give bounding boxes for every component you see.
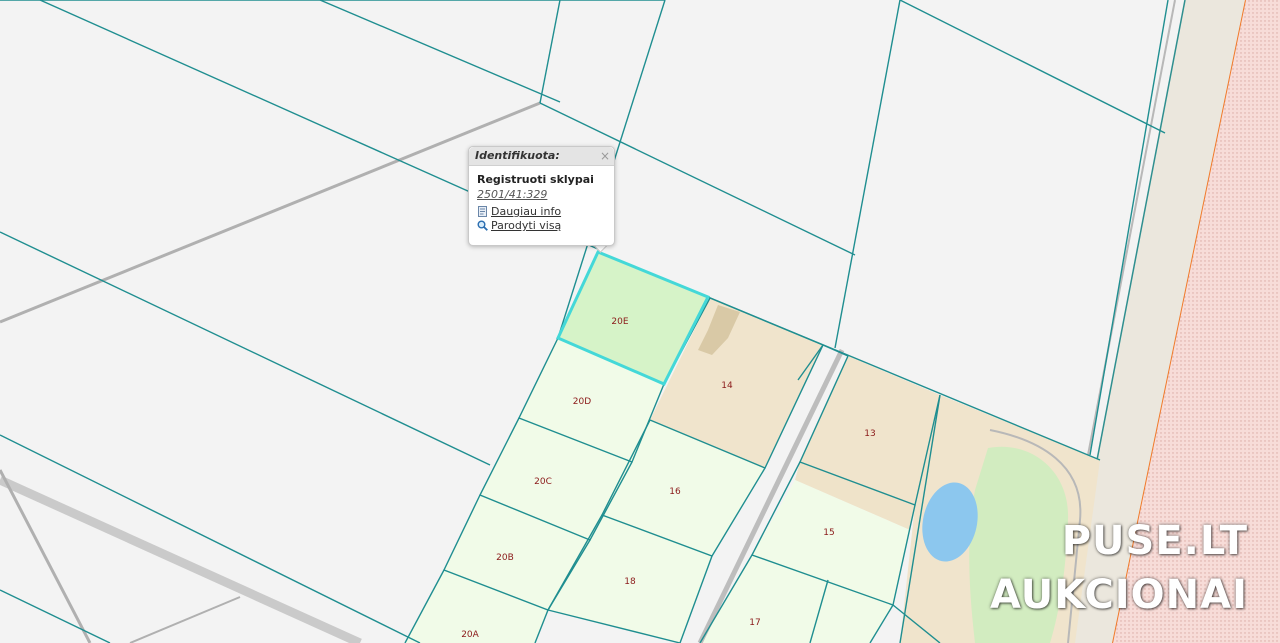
layer-name: Registruoti sklypai	[477, 173, 594, 186]
parcel-label: 20B	[496, 553, 514, 563]
parcel-label: 15	[823, 528, 834, 538]
parcel-label: 17	[749, 618, 760, 628]
watermark-line1: PUSE.LT	[1061, 518, 1248, 564]
popup-header: Identifikuota: ×	[469, 147, 614, 166]
parcel-label: 20A	[461, 630, 479, 640]
more-info-link[interactable]: Daugiau info	[477, 205, 606, 218]
parcel-label: 20E	[611, 317, 628, 327]
parcel-label: 16	[669, 487, 681, 497]
identify-popup: Identifikuota: × Registruoti sklypai 250…	[468, 146, 615, 246]
parcel-id-link[interactable]: 2501/41:329	[477, 188, 606, 201]
more-info-label: Daugiau info	[491, 205, 562, 218]
popup-title: Identifikuota:	[475, 149, 560, 162]
parcel-label: 13	[864, 429, 875, 439]
parcel-label: 14	[721, 381, 733, 391]
parcel-label: 20C	[534, 477, 552, 487]
watermark-line2: AUKCIONAI	[990, 572, 1248, 618]
magnifier-icon	[477, 220, 488, 231]
parcel-label: 18	[624, 577, 636, 587]
document-info-icon	[478, 206, 487, 217]
parcel-label: 20D	[573, 397, 591, 407]
close-icon[interactable]: ×	[600, 147, 610, 165]
show-all-link[interactable]: Parodyti visą	[477, 219, 606, 232]
show-all-label: Parodyti visą	[491, 219, 562, 232]
